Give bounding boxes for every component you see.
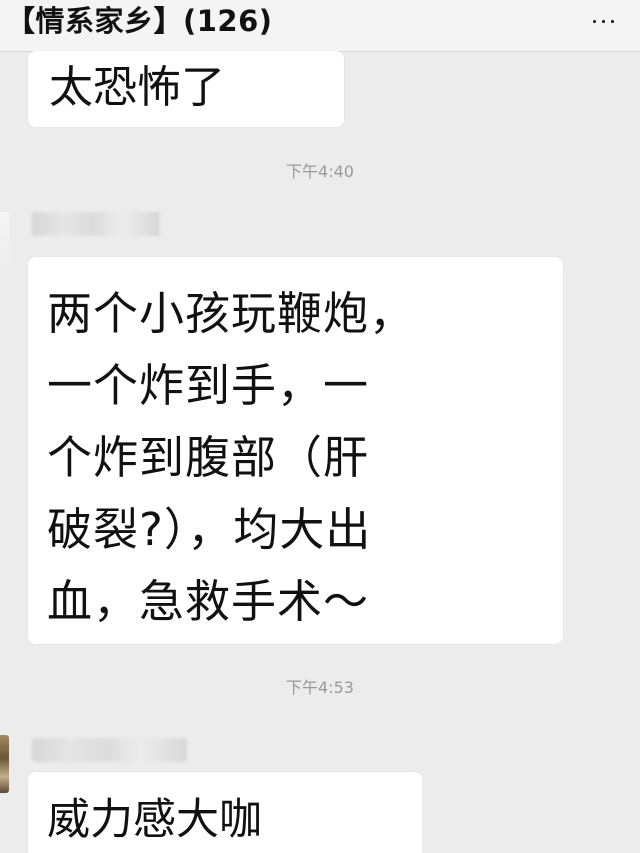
sender-avatar[interactable] (0, 212, 9, 270)
message-bubble[interactable]: 威力感大咖 (28, 772, 422, 853)
chat-title: 【情系家乡】(126) (6, 4, 273, 38)
message-bubble[interactable]: 两个小孩玩鞭炮， 一个炸到手，一 个炸到腹部（肝 破裂?），均大出 血，急救手术… (28, 257, 563, 644)
sender-name-obscured (32, 212, 160, 236)
more-dot-icon (601, 19, 605, 23)
chat-header: 【情系家乡】(126) (0, 0, 640, 52)
message-timestamp: 下午4:40 (286, 162, 354, 181)
more-icon[interactable] (588, 6, 618, 36)
more-dot-icon (610, 19, 614, 23)
more-dot-icon (592, 19, 596, 23)
sender-name-obscured (32, 738, 187, 762)
chat-screen: { "header": { "title": "【情系家乡】(126)", "m… (0, 0, 640, 853)
message-timestamp: 下午4:53 (286, 678, 354, 697)
sender-avatar[interactable] (0, 735, 9, 793)
message-bubble[interactable]: 太恐怖了 (28, 51, 344, 127)
